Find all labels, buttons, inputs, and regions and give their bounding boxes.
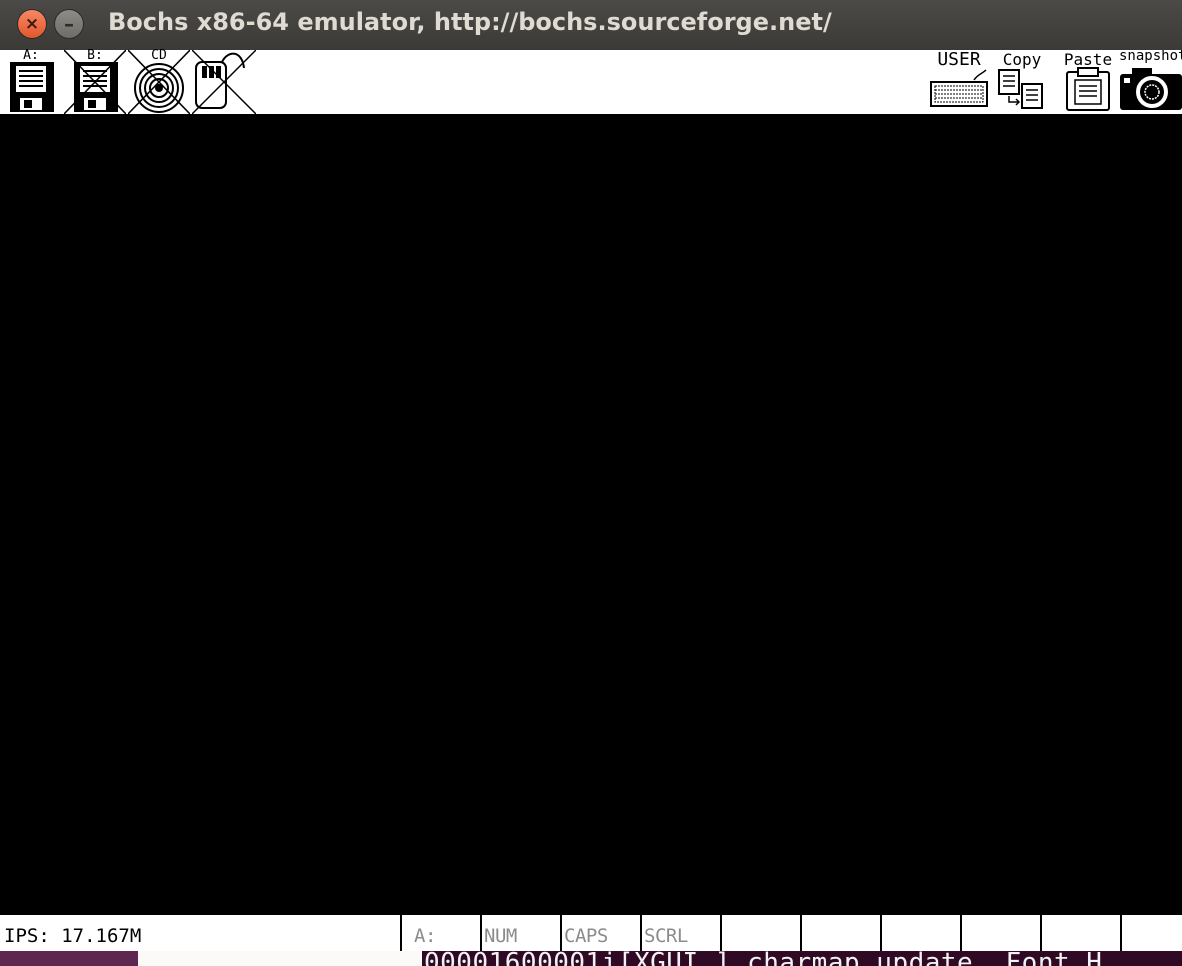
ips-counter: IPS: 17.167M	[4, 925, 142, 947]
user-button[interactable]: USER	[928, 49, 990, 114]
title-bar: × – Bochs x86-64 emulator, http://bochs.…	[0, 0, 1182, 50]
minimize-button[interactable]: –	[54, 9, 84, 39]
close-button[interactable]: ×	[17, 9, 47, 39]
clipboard-icon	[1066, 67, 1110, 111]
drive-a-label: A:	[414, 925, 436, 947]
num-label: NUM	[484, 925, 517, 947]
status-slot-6	[1120, 915, 1182, 951]
cdrom-button[interactable]: CD	[128, 48, 190, 114]
paste-button[interactable]: Paste	[1060, 50, 1116, 114]
status-slot-1	[720, 915, 800, 951]
snapshot-button[interactable]: snapshot	[1118, 50, 1182, 114]
caps-label: CAPS	[564, 925, 608, 947]
copy-button[interactable]: Copy	[994, 50, 1050, 114]
floppy-b-button[interactable]: B:	[64, 48, 126, 114]
emulator-screen[interactable]	[0, 114, 1182, 915]
floppy-icon	[10, 62, 54, 112]
background-terminal: 00001600001i[XGUI ] charmap update. Font…	[0, 951, 1182, 966]
floppy-a-button[interactable]: A:	[0, 48, 62, 114]
window-title: Bochs x86-64 emulator, http://bochs.sour…	[108, 8, 832, 36]
status-slot-4	[960, 915, 1040, 951]
copy-icon	[998, 69, 1043, 109]
mouse-button[interactable]	[192, 50, 256, 114]
camera-icon	[1120, 68, 1182, 110]
terminal-output: 00001600001i[XGUI ] charmap update. Font…	[424, 951, 1103, 966]
scroll-lock-indicator: SCRL	[640, 915, 720, 951]
cdrom-disabled-icon	[128, 50, 190, 114]
keyboard-icon	[930, 69, 988, 107]
caps-lock-indicator: CAPS	[560, 915, 640, 951]
floppy-disabled-icon	[64, 50, 126, 114]
status-slot-2	[800, 915, 880, 951]
bochs-toolbar: A: B: CD USER Copy Paste snapshot	[0, 48, 1182, 114]
status-slot-3	[880, 915, 960, 951]
scrl-label: SCRL	[644, 925, 688, 947]
drive-a-indicator: A:	[400, 915, 480, 951]
num-lock-indicator: NUM	[480, 915, 560, 951]
status-bar: IPS: 17.167M A: NUM CAPS SCRL	[0, 915, 1182, 951]
launcher-strip	[0, 951, 138, 966]
status-slot-5	[1040, 915, 1120, 951]
mouse-icon	[192, 50, 256, 114]
terminal-window: 00001600001i[XGUI ] charmap update. Font…	[422, 951, 1182, 966]
